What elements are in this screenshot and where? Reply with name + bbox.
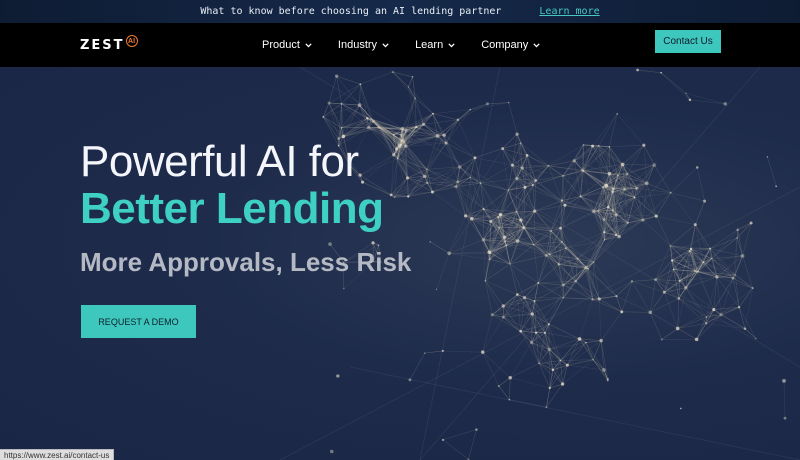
chevron-down-icon [305,42,312,48]
menu-item-label: Industry [337,39,378,51]
announcement-text: What to know before choosing an AI lendi… [200,6,502,17]
menu-item-learn[interactable]: Learn [415,39,455,51]
request-demo-button[interactable]: REQUEST A DEMO [81,305,196,338]
contact-us-button[interactable]: Contact Us [655,30,721,53]
menu-item-product[interactable]: Product [262,39,312,51]
main-menu: Product Industry Learn Company [262,23,566,67]
menu-item-industry[interactable]: Industry [338,39,389,51]
learn-more-link[interactable]: Learn more [539,6,599,17]
logo-text: ZEST [80,37,125,53]
menu-item-label: Company [481,39,529,51]
status-bar-url: https://www.zest.ai/contact-us [0,449,115,460]
chevron-down-icon [382,42,389,48]
menu-item-label: Learn [415,39,444,51]
menu-item-label: Product [262,39,300,51]
logo-badge: AI [125,35,138,47]
zest-ai-logo[interactable]: ZEST AI [80,33,138,57]
announcement-bar: What to know before choosing an AI lendi… [0,0,800,23]
menu-item-company[interactable]: Company [481,39,540,51]
hero-title-line2: Better Lending [80,184,384,233]
hero-subtitle: More Approvals, Less Risk [80,247,412,277]
hero-section: Powerful AI for Better Lending More Appr… [0,67,800,460]
chevron-down-icon [533,42,540,48]
chevron-down-icon [448,42,455,48]
hero-title-line1: Powerful AI for [80,137,359,186]
top-navigation: ZEST AI Product Industry Learn Company C… [0,23,800,67]
